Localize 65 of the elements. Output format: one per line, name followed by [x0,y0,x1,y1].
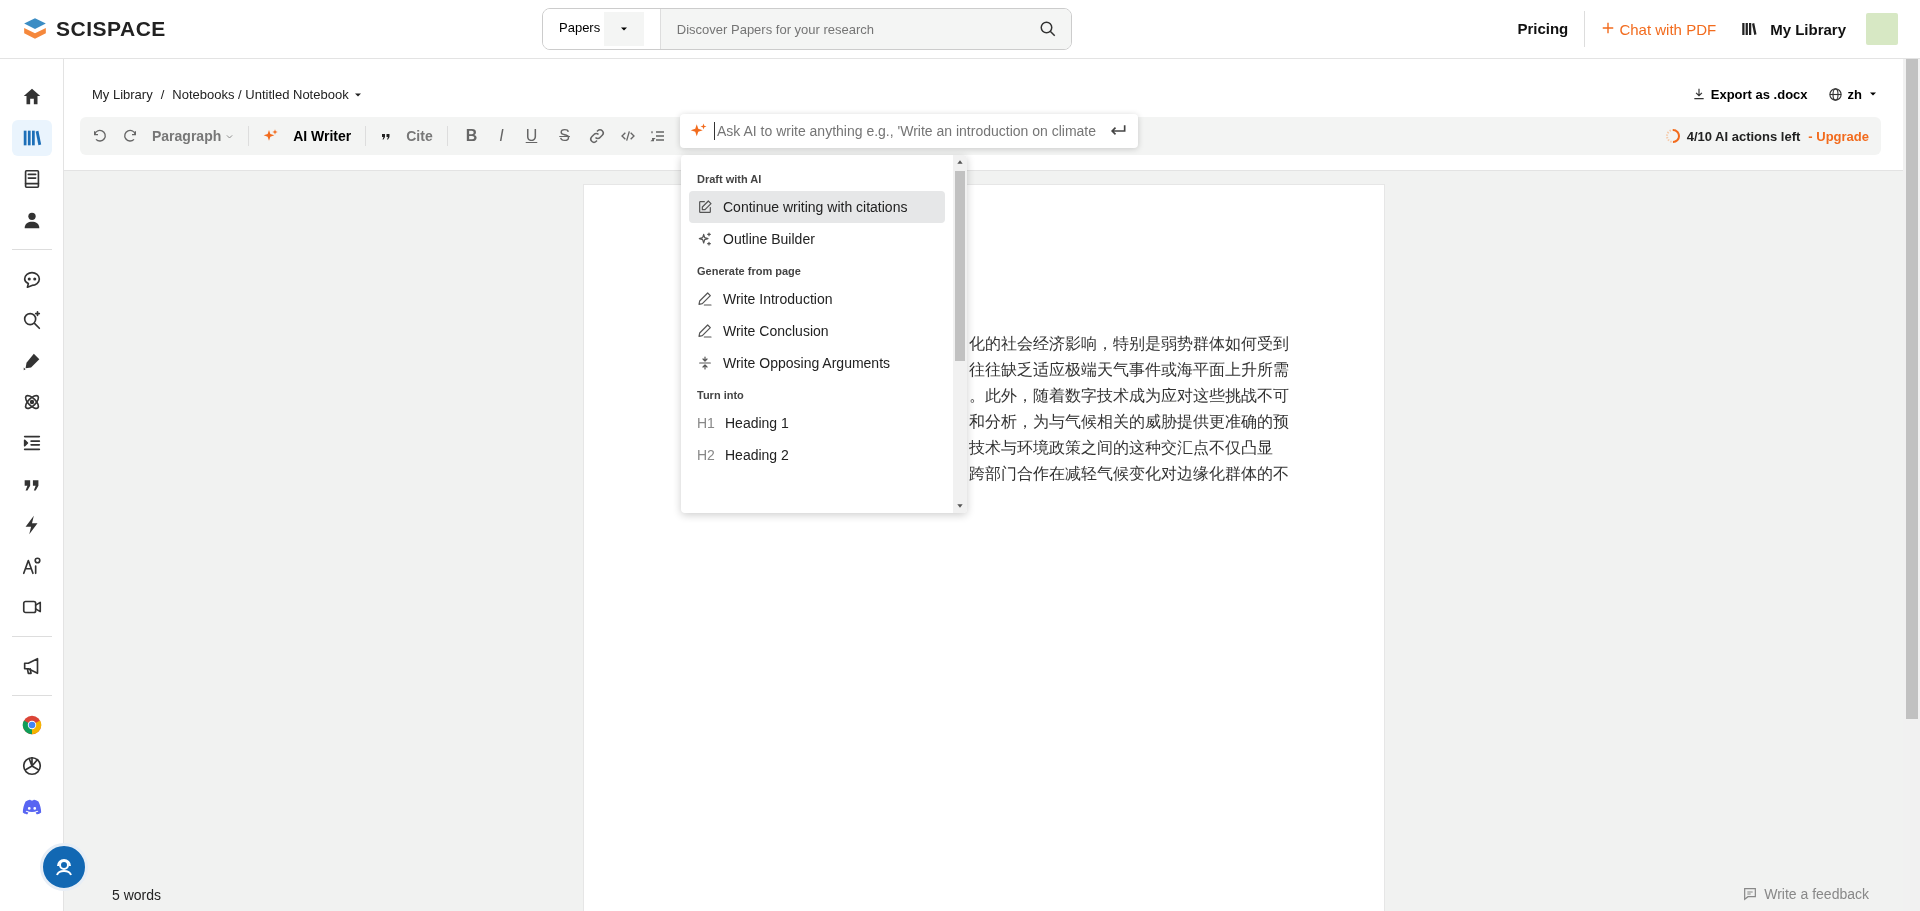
scope-dropdown[interactable]: Papers [543,9,661,49]
search-icon[interactable] [1025,9,1071,49]
menu-item[interactable]: Write Opposing Arguments [689,347,945,379]
language-dropdown[interactable]: zh [1827,86,1879,102]
split-icon [697,355,713,371]
breadcrumb-link[interactable]: My Library [92,86,153,102]
paragraph-dropdown[interactable]: Paragraph [152,128,235,144]
menu-item-label: Write Conclusion [723,323,829,339]
pencil-icon [697,323,713,339]
menu-item-label: Outline Builder [723,231,815,247]
redo-icon[interactable] [122,128,138,144]
menu-item[interactable]: Write Introduction [689,283,945,315]
menu-scrollbar[interactable] [953,155,967,513]
list-icon[interactable] [649,128,666,144]
breadcrumb-link[interactable]: Notebooks / Untitled Notebook [172,86,365,102]
globe-icon [1827,86,1843,102]
format-button[interactable]: S [555,127,574,145]
cite-button[interactable]: Cite [406,128,433,144]
menu-item-label: Write Opposing Arguments [723,355,891,371]
menu-item[interactable]: Write Conclusion [689,315,945,347]
document-text[interactable]: 化的社会经济影响，特别是弱势群体如何受到 往往缺乏适应极端天气事件或海平面上升所需 。此外，随着数字技术成为应对这些挑战不可 和分析，为与气候相关的威胁提供更准确的预 技术与环境政策之间的这种交汇点不仅凸显 跨部门合作在减轻气候变化对边缘化群体的不 [968,331,1384,487]
export-button[interactable]: Export as .docx [1691,86,1808,102]
pencil-icon [697,291,713,307]
support-button[interactable] [40,843,88,891]
heading-marker: H1 [697,415,715,431]
chevron-down-icon [225,132,235,141]
ask-ai-field[interactable]: Ask AI to write anything e.g., 'Write an introduction on climate [680,114,1138,148]
heading-marker: H2 [697,447,715,463]
menu-item[interactable]: H1 Heading 1 [689,407,945,439]
page-scrollbar[interactable] [1903,59,1920,911]
sparkle-icon [697,231,713,247]
pricing-link[interactable]: Pricing [1517,11,1586,47]
code-icon[interactable] [619,128,636,144]
menu-item-label: Heading 1 [725,415,789,431]
word-count: 5 words [112,887,162,903]
library-icon [1740,20,1759,38]
download-icon [1691,87,1706,101]
link-icon[interactable] [587,127,606,145]
comment-icon [1742,886,1759,902]
undo-icon[interactable] [92,128,108,144]
format-button[interactable]: U [521,127,542,145]
logo-text: SCISPACE [56,17,166,41]
menu-item-label: Continue writing with citations [723,199,908,215]
menu-item[interactable]: Continue writing with citations [689,191,945,223]
my-library-link[interactable]: My Library [1770,20,1846,38]
breadcrumb-separator: / [160,86,165,102]
menu-item-label: Write Introduction [723,291,833,307]
ai-actions-count: 4/10 AI actions left [1686,128,1801,144]
caret-icon [603,12,644,46]
format-button[interactable]: I [495,127,508,145]
search-field[interactable]: Papers Discover Papers for your research [542,8,1072,50]
menu-section-title: Draft with AI [696,172,763,187]
menu-item[interactable]: Outline Builder [689,223,945,255]
progress-ring-icon [1664,128,1681,144]
menu-section-title: Generate from page [696,264,802,279]
scroll-down-icon[interactable] [956,502,964,510]
menu-section-title: Turn into [696,388,745,403]
menu-item[interactable]: H2 Heading 2 [689,439,945,471]
scroll-up-icon[interactable] [956,158,964,166]
ai-writer-button[interactable]: AI Writer [293,128,352,144]
format-button[interactable]: B [461,127,482,145]
plus-icon [1601,20,1616,35]
edit-icon [697,199,713,215]
menu-item-label: Heading 2 [725,447,789,463]
library-icon[interactable] [11,120,52,156]
